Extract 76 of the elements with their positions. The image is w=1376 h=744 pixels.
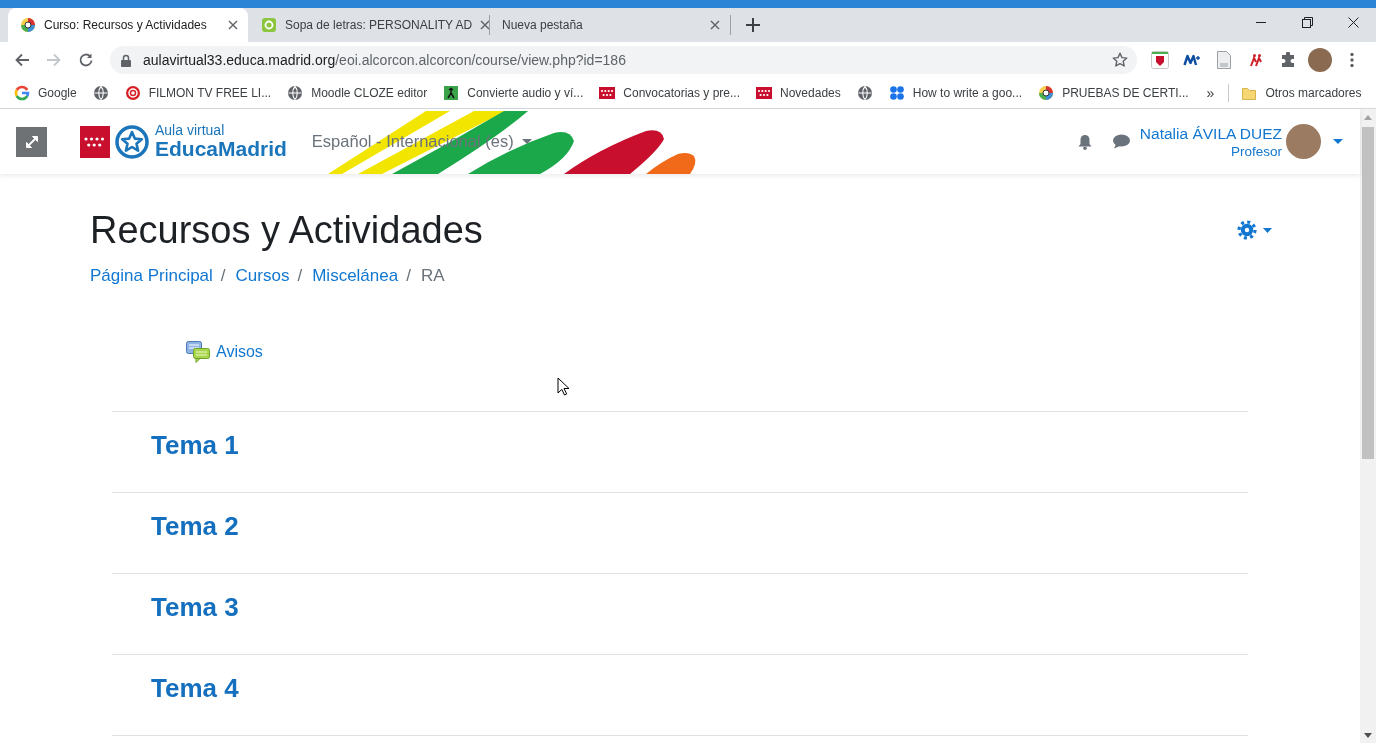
breadcrumb-separator: /	[297, 265, 303, 287]
fullscreen-button[interactable]	[16, 126, 47, 157]
browser-tab[interactable]: Sopa de letras: PERSONALITY AD	[249, 8, 489, 42]
scroll-down-icon[interactable]	[1364, 732, 1372, 738]
star-icon[interactable]	[1112, 52, 1128, 68]
close-icon[interactable]	[1347, 16, 1359, 28]
globe-icon[interactable]	[92, 85, 109, 101]
bookmark-link[interactable]: Google	[8, 80, 83, 106]
section-title[interactable]: Tema 1	[151, 430, 239, 460]
breadcrumb-link[interactable]: Miscelánea	[312, 264, 399, 288]
section-title[interactable]: Tema 2	[151, 511, 239, 541]
page-title: Recursos y Actividades	[90, 208, 483, 253]
scrollbar[interactable]	[1360, 109, 1376, 743]
section-title[interactable]: Tema 3	[151, 592, 239, 622]
menu-icon[interactable]	[1350, 52, 1354, 68]
browser-tab[interactable]: Nueva pestaña	[490, 8, 730, 42]
back-icon[interactable]	[14, 52, 30, 68]
expand-icon	[24, 134, 39, 149]
more-bookmarks-button[interactable]: »	[1198, 85, 1223, 101]
breadcrumb-link[interactable]: Cursos	[235, 264, 290, 288]
bookmark-folder[interactable]: Otros marcadores	[1235, 80, 1368, 106]
emblem-icon	[1038, 85, 1055, 101]
globe-icon	[287, 85, 304, 101]
address-bar[interactable]: aulavirtual33.educa.madrid.org/eoi.alcorcon.alcorcon/course/view.php?id=186	[110, 46, 1137, 74]
plus-icon[interactable]	[746, 18, 760, 32]
close-icon[interactable]	[228, 20, 238, 30]
ring-icon	[14, 85, 30, 101]
tile-icon	[261, 17, 277, 33]
zigzag-icon[interactable]	[1183, 53, 1201, 67]
settings-icon[interactable]	[1237, 220, 1257, 240]
section-title[interactable]: Tema 4	[151, 673, 239, 703]
mouse-pointer-icon	[557, 377, 569, 396]
speech-bubbles-icon	[186, 341, 210, 363]
browser-tab[interactable]: Curso: Recursos y Actividades	[8, 8, 248, 42]
emblem-icon	[20, 17, 36, 33]
globe-icon[interactable]	[856, 85, 873, 101]
caret-icon[interactable]	[1333, 139, 1343, 144]
language-menu[interactable]: Español - Internacional (es)	[311, 132, 532, 151]
folder-icon	[1241, 85, 1258, 101]
logo-caption: Aula virtual	[155, 123, 226, 138]
caret-icon	[521, 139, 532, 144]
logo-wordmark: EducaMadrid	[155, 138, 287, 160]
document-icon[interactable]	[1217, 51, 1231, 69]
shield-icon[interactable]	[1151, 51, 1169, 69]
user-name[interactable]: Natalia ÁVILA DUEZ	[1139, 123, 1282, 143]
lock-icon	[121, 53, 131, 67]
star-circle-icon	[115, 124, 149, 159]
profile-avatar[interactable]	[1308, 48, 1332, 72]
bell-icon[interactable]	[1077, 133, 1092, 150]
chat-bubble-icon[interactable]	[1111, 134, 1130, 149]
caret-icon[interactable]	[1263, 227, 1272, 233]
record-icon	[124, 85, 141, 101]
user-role: Profesor	[1230, 142, 1282, 160]
activity-link[interactable]: Avisos	[186, 340, 263, 364]
flag-icon	[80, 125, 110, 158]
breadcrumb-separator: /	[220, 265, 226, 287]
breadcrumb-separator: /	[406, 265, 411, 287]
restore-icon[interactable]	[1301, 16, 1313, 28]
bookmark-link[interactable]: Convocatorias y pre...	[593, 80, 746, 106]
figures-icon[interactable]	[1249, 53, 1263, 67]
bookmark-link[interactable]: How to write a goo...	[882, 80, 1029, 106]
breadcrumb-current: RA	[420, 265, 445, 287]
dots-grid-icon	[888, 85, 905, 101]
bookmark-link[interactable]: Convierte audio y ví...	[437, 80, 590, 106]
extensions-icon[interactable]	[1280, 52, 1296, 68]
scrollbar-thumb[interactable]	[1362, 127, 1374, 459]
flag-icon	[599, 85, 616, 101]
reload-icon[interactable]	[78, 52, 94, 68]
tile-icon	[443, 85, 460, 101]
breadcrumb-link[interactable]: Página Principal	[90, 264, 213, 288]
flag-icon	[756, 85, 772, 101]
bookmark-link[interactable]: PRUEBAS DE CERTI...	[1032, 80, 1195, 106]
user-avatar[interactable]	[1286, 124, 1321, 159]
bookmark-link[interactable]: Novedades	[750, 80, 847, 106]
bookmark-link[interactable]: FILMON TV FREE LI...	[118, 80, 278, 106]
bookmark-link[interactable]: Moodle CLOZE editor	[281, 80, 434, 106]
